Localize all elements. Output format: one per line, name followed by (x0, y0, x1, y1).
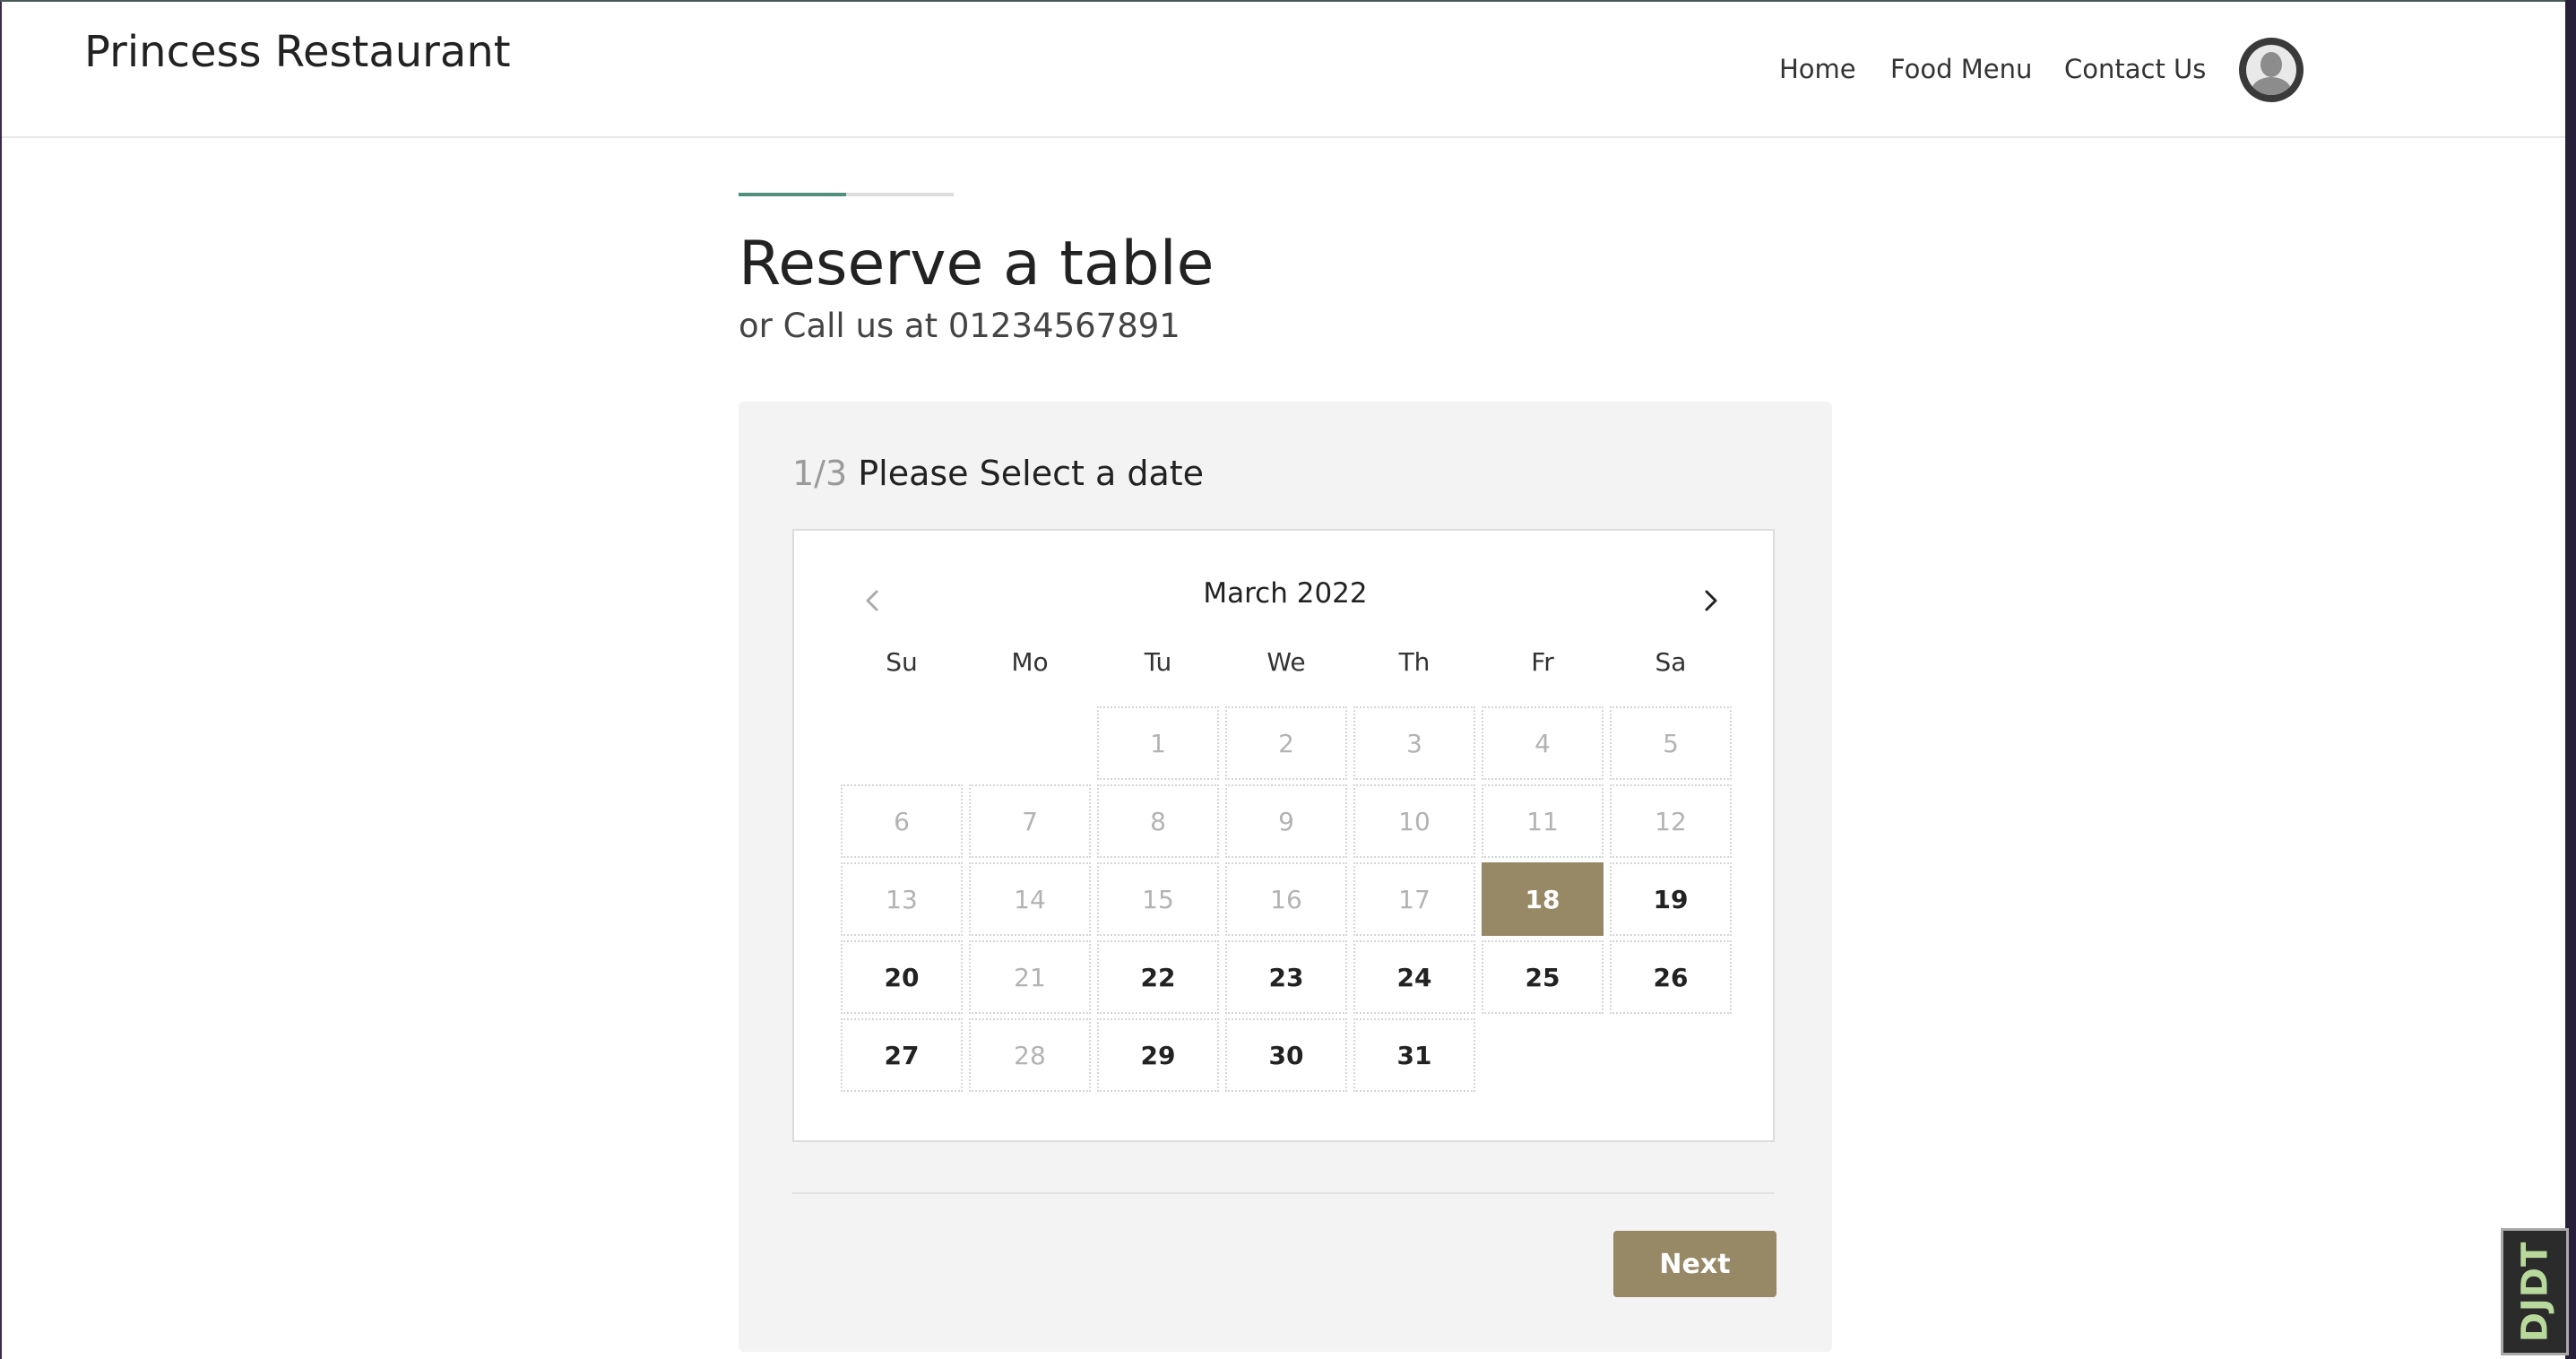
calendar-day: 14 (969, 862, 1091, 936)
calendar-day: 16 (1225, 862, 1347, 936)
weekday-header-row: Su Mo Tu We Th Fr Sa (841, 647, 1732, 683)
step-counter: 1/3 (792, 454, 848, 493)
step-label: Please Select a date (858, 454, 1205, 493)
card-divider (792, 1192, 1775, 1194)
nav-link-home[interactable]: Home (1779, 54, 1856, 84)
date-picker-calendar: March 2022 Su Mo Tu We Th Fr Sa 12345678… (792, 529, 1775, 1142)
calendar-day: 12 (1610, 784, 1732, 858)
window-edge-right (2565, 0, 2576, 1359)
calendar-day: 6 (841, 784, 963, 858)
calendar-day: 1 (1097, 706, 1219, 780)
avatar-head-shape (2260, 52, 2282, 77)
calendar-day: 15 (1097, 862, 1219, 936)
calendar-day[interactable]: 20 (841, 940, 963, 1014)
calendar-day: 13 (841, 862, 963, 936)
calendar-day: 3 (1353, 706, 1475, 780)
calendar-day[interactable]: 23 (1225, 940, 1347, 1014)
avatar-body-shape (2252, 77, 2291, 95)
step-progress-fill (739, 193, 846, 196)
avatar-image (2246, 45, 2296, 95)
weekday-label: Th (1398, 647, 1431, 677)
calendar-day[interactable]: 29 (1097, 1018, 1219, 1092)
calendar-day[interactable]: 19 (1610, 862, 1732, 936)
call-us-subtitle: or Call us at 01234567891 (739, 307, 1180, 345)
next-button[interactable]: Next (1613, 1231, 1776, 1297)
calendar-day: 2 (1225, 706, 1347, 780)
weekday-label: We (1266, 647, 1306, 677)
calendar-day[interactable]: 25 (1482, 940, 1604, 1014)
calendar-day: 8 (1097, 784, 1219, 858)
reservation-card: 1/3 Please Select a date March 2022 Su M… (739, 402, 1832, 1352)
calendar-day: 4 (1482, 706, 1604, 780)
calendar-day: 11 (1482, 784, 1604, 858)
weekday-label: Mo (1011, 647, 1049, 677)
debug-toolbar-label: DJDT (2514, 1241, 2556, 1343)
calendar-month-label: March 2022 (1203, 577, 1368, 610)
calendar-day: 28 (969, 1018, 1091, 1092)
calendar-day: 17 (1353, 862, 1475, 936)
page-title: Reserve a table (739, 229, 1215, 299)
nav-link-contact-us[interactable]: Contact Us (2064, 54, 2206, 84)
top-navbar: Princess Restaurant Home Food Menu Conta… (2, 2, 2565, 138)
step-heading: 1/3 Please Select a date (792, 454, 1204, 493)
weekday-label: Su (886, 647, 918, 677)
brand-title[interactable]: Princess Restaurant (84, 27, 511, 77)
step-progress-bar (739, 193, 954, 196)
calendar-day[interactable]: 26 (1610, 940, 1732, 1014)
chevron-right-icon[interactable] (1692, 583, 1728, 619)
window-edge-left (0, 0, 2, 1359)
calendar-day[interactable]: 27 (841, 1018, 963, 1092)
calendar-day: 7 (969, 784, 1091, 858)
debug-toolbar-handle[interactable]: DJDT (2501, 1228, 2569, 1355)
calendar-day[interactable]: 22 (1097, 940, 1219, 1014)
calendar-day-grid: 1 2 3 4 5 6 7 8 9 10 11 12 13 14 15 16 17 18 19 20 21 22 23 24 2… (841, 706, 1732, 1092)
calendar-day[interactable]: 24 (1353, 940, 1475, 1014)
calendar-day: 10 (1353, 784, 1475, 858)
calendar-day-selected[interactable]: 18 (1482, 862, 1604, 936)
nav-link-food-menu[interactable]: Food Menu (1890, 54, 2032, 84)
weekday-label: Tu (1144, 647, 1172, 677)
weekday-label: Fr (1531, 647, 1554, 677)
calendar-day: 21 (969, 940, 1091, 1014)
weekday-label: Sa (1655, 647, 1687, 677)
calendar-day[interactable]: 31 (1353, 1018, 1475, 1092)
user-avatar-icon[interactable] (2239, 38, 2304, 102)
calendar-day: 9 (1225, 784, 1347, 858)
calendar-day: 5 (1610, 706, 1732, 780)
calendar-day[interactable]: 30 (1225, 1018, 1347, 1092)
